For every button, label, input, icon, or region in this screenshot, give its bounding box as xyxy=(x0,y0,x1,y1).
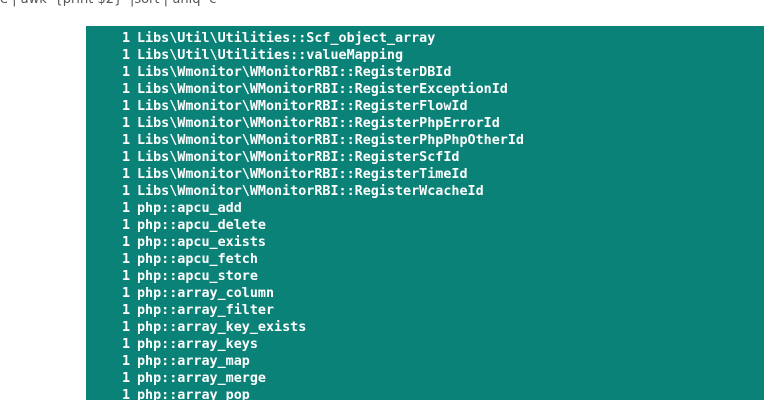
terminal-line: 1 Libs\Wmonitor\WMonitorRBI::RegisterDBId xyxy=(86,64,764,81)
function-name: Libs\Wmonitor\WMonitorRBI::RegisterWcach… xyxy=(137,184,484,199)
terminal-line: 1 php::apcu_delete xyxy=(86,217,764,234)
function-name: Libs\Util\Utilities::Scf_object_array xyxy=(137,31,436,46)
line-count: 1 xyxy=(121,133,130,148)
terminal-line: 1 php::array_column xyxy=(86,285,764,302)
line-count: 1 xyxy=(121,235,130,250)
function-name: php::apcu_add xyxy=(137,201,242,216)
line-count: 1 xyxy=(121,184,130,199)
terminal-line: 1 php::apcu_fetch xyxy=(86,251,764,268)
function-name: php::array_keys xyxy=(137,337,258,352)
line-count: 1 xyxy=(121,82,130,97)
terminal-line: 1 Libs\Wmonitor\WMonitorRBI::RegisterPhpE… xyxy=(86,115,764,132)
terminal-output[interactable]: 1 Libs\Util\Utilities::Scf_object_array 1 L… xyxy=(86,26,764,400)
terminal-line: 1 Libs\Wmonitor\WMonitorRBI::RegisterWcac… xyxy=(86,183,764,200)
terminal-line: 1 Libs\Wmonitor\WMonitorRBI::RegisterScfI… xyxy=(86,149,764,166)
terminal-line: 1 php::apcu_exists xyxy=(86,234,764,251)
line-count: 1 xyxy=(121,252,130,267)
line-count: 1 xyxy=(121,99,130,114)
function-name: Libs\Wmonitor\WMonitorRBI::RegisterFlowI… xyxy=(137,99,468,114)
function-name: Libs\Wmonitor\WMonitorRBI::RegisterScfId xyxy=(137,150,460,165)
function-name: php::apcu_fetch xyxy=(137,252,258,267)
function-name: Libs\Wmonitor\WMonitorRBI::RegisterExcep… xyxy=(137,82,508,97)
function-name: Libs\Wmonitor\WMonitorRBI::RegisterDBId xyxy=(137,65,452,80)
line-count: 1 xyxy=(121,65,130,80)
terminal-line: 1 php::array_filter xyxy=(86,302,764,319)
terminal-line: 1 php::array_keys xyxy=(86,336,764,353)
line-count: 1 xyxy=(121,303,130,318)
function-name: php::array_column xyxy=(137,286,275,301)
line-count: 1 xyxy=(121,201,130,216)
function-name: Libs\Wmonitor\WMonitorRBI::RegisterPhpEr… xyxy=(137,116,500,131)
line-count: 1 xyxy=(121,116,130,131)
line-count: 1 xyxy=(121,269,130,284)
function-name: php::array_map xyxy=(137,354,250,369)
line-count: 1 xyxy=(121,218,130,233)
function-name: php::apcu_exists xyxy=(137,235,266,250)
line-count: 1 xyxy=(121,337,130,352)
line-count: 1 xyxy=(121,354,130,369)
function-name: php::array_key_exists xyxy=(137,320,307,335)
terminal-line: 1 Libs\Util\Utilities::valueMapping xyxy=(86,47,764,64)
terminal-line: 1 Libs\Util\Utilities::Scf_object_array xyxy=(86,30,764,47)
terminal-lines: 1 Libs\Util\Utilities::Scf_object_array 1 L… xyxy=(86,26,764,400)
terminal-line: 1 php::apcu_add xyxy=(86,200,764,217)
terminal-line: 1 php::array_map xyxy=(86,353,764,370)
function-name: Libs\Wmonitor\WMonitorRBI::RegisterPhpPh… xyxy=(137,133,524,148)
terminal-line: 1 Libs\Wmonitor\WMonitorRBI::RegisterFlow… xyxy=(86,98,764,115)
function-name: Libs\Util\Utilities::valueMapping xyxy=(137,48,404,63)
line-count: 1 xyxy=(121,371,130,386)
terminal-line: 1 Libs\Wmonitor\WMonitorRBI::RegisterPhpP… xyxy=(86,132,764,149)
line-count: 1 xyxy=(121,286,130,301)
line-count: 1 xyxy=(121,167,130,182)
terminal-line: 1 php::array_pop xyxy=(86,387,764,400)
terminal-line: 1 Libs\Wmonitor\WMonitorRBI::RegisterTime… xyxy=(86,166,764,183)
function-name: Libs\Wmonitor\WMonitorRBI::RegisterTimeI… xyxy=(137,167,468,182)
function-name: php::array_pop xyxy=(137,388,250,400)
function-name: php::apcu_delete xyxy=(137,218,266,233)
line-count: 1 xyxy=(121,31,130,46)
terminal-line: 1 php::apcu_store xyxy=(86,268,764,285)
page: e | awk '{print $2}' |sort | uniq -c 1 Li… xyxy=(0,0,764,400)
terminal-line: 1 Libs\Wmonitor\WMonitorRBI::RegisterExce… xyxy=(86,81,764,98)
line-count: 1 xyxy=(121,320,130,335)
line-count: 1 xyxy=(121,48,130,63)
line-count: 1 xyxy=(121,388,130,400)
command-caption: e | awk '{print $2}' |sort | uniq -c xyxy=(0,0,216,8)
terminal-line: 1 php::array_merge xyxy=(86,370,764,387)
function-name: php::array_filter xyxy=(137,303,275,318)
function-name: php::array_merge xyxy=(137,371,266,386)
line-count: 1 xyxy=(121,150,130,165)
terminal-line: 1 php::array_key_exists xyxy=(86,319,764,336)
function-name: php::apcu_store xyxy=(137,269,258,284)
